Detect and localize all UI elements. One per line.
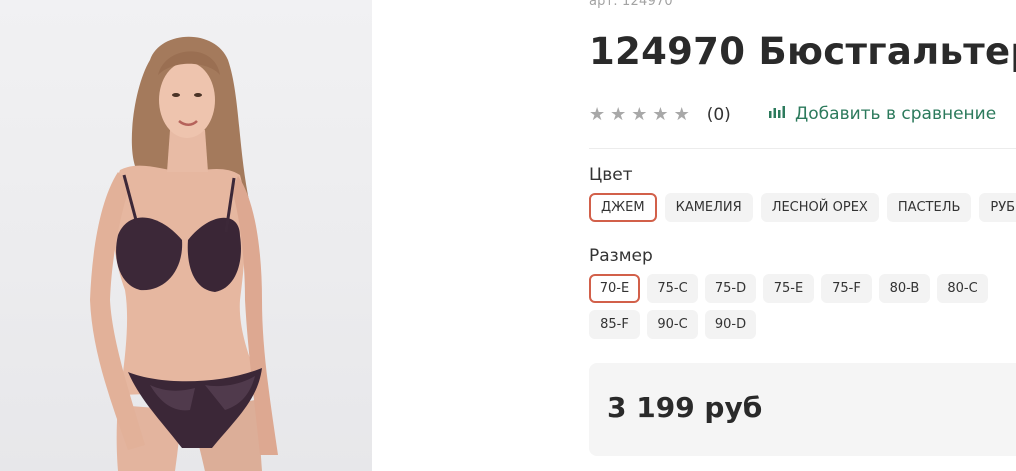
color-option-ruby[interactable]: РУБИ: [979, 193, 1016, 222]
star-icon[interactable]: ★: [589, 106, 605, 124]
product-photo[interactable]: [0, 0, 372, 471]
divider: [589, 148, 1016, 149]
color-option-hazelnut[interactable]: ЛЕСНОЙ ОРЕХ: [760, 193, 879, 222]
size-option[interactable]: 90-C: [647, 310, 698, 339]
size-option[interactable]: 80-C: [937, 274, 988, 303]
size-option[interactable]: 75-C: [647, 274, 698, 303]
size-option[interactable]: 75-D: [705, 274, 756, 303]
star-icon[interactable]: ★: [674, 106, 690, 124]
size-option[interactable]: 90-D: [705, 310, 756, 339]
add-to-compare-label: Добавить в сравнение: [795, 104, 997, 124]
size-option[interactable]: 85-F: [589, 310, 640, 339]
color-option-camellia[interactable]: КАМЕЛИЯ: [664, 193, 753, 222]
price-box: 3 199 руб: [589, 363, 1016, 456]
color-options: ДЖЕМ КАМЕЛИЯ ЛЕСНОЙ ОРЕХ ПАСТЕЛЬ РУБИ: [589, 193, 1016, 222]
star-icon[interactable]: ★: [652, 106, 668, 124]
add-to-compare-link[interactable]: Добавить в сравнение: [768, 104, 996, 124]
color-label: Цвет: [589, 165, 633, 185]
color-option-pastel[interactable]: ПАСТЕЛЬ: [886, 193, 972, 222]
color-option-jam[interactable]: ДЖЕМ: [589, 193, 657, 222]
star-icon[interactable]: ★: [610, 106, 626, 124]
review-count[interactable]: (0): [707, 105, 731, 125]
star-icon[interactable]: ★: [631, 106, 647, 124]
size-option[interactable]: 75-E: [763, 274, 814, 303]
rating[interactable]: ★ ★ ★ ★ ★ (0): [589, 102, 731, 128]
size-option[interactable]: 80-B: [879, 274, 930, 303]
size-option[interactable]: 75-F: [821, 274, 872, 303]
product-title: 124970 Бюстгальтер: [589, 30, 1016, 73]
size-options-row-2: 85-F 90-C 90-D: [589, 310, 763, 339]
size-label: Размер: [589, 246, 653, 266]
bar-chart-icon: [768, 104, 786, 124]
price: 3 199 руб: [607, 391, 763, 424]
size-option[interactable]: 70-E: [589, 274, 640, 303]
article-number: арт. 124970: [589, 0, 673, 9]
model-image: [90, 36, 278, 471]
size-options-row-1: 70-E 75-C 75-D 75-E 75-F 80-B 80-C: [589, 274, 995, 303]
